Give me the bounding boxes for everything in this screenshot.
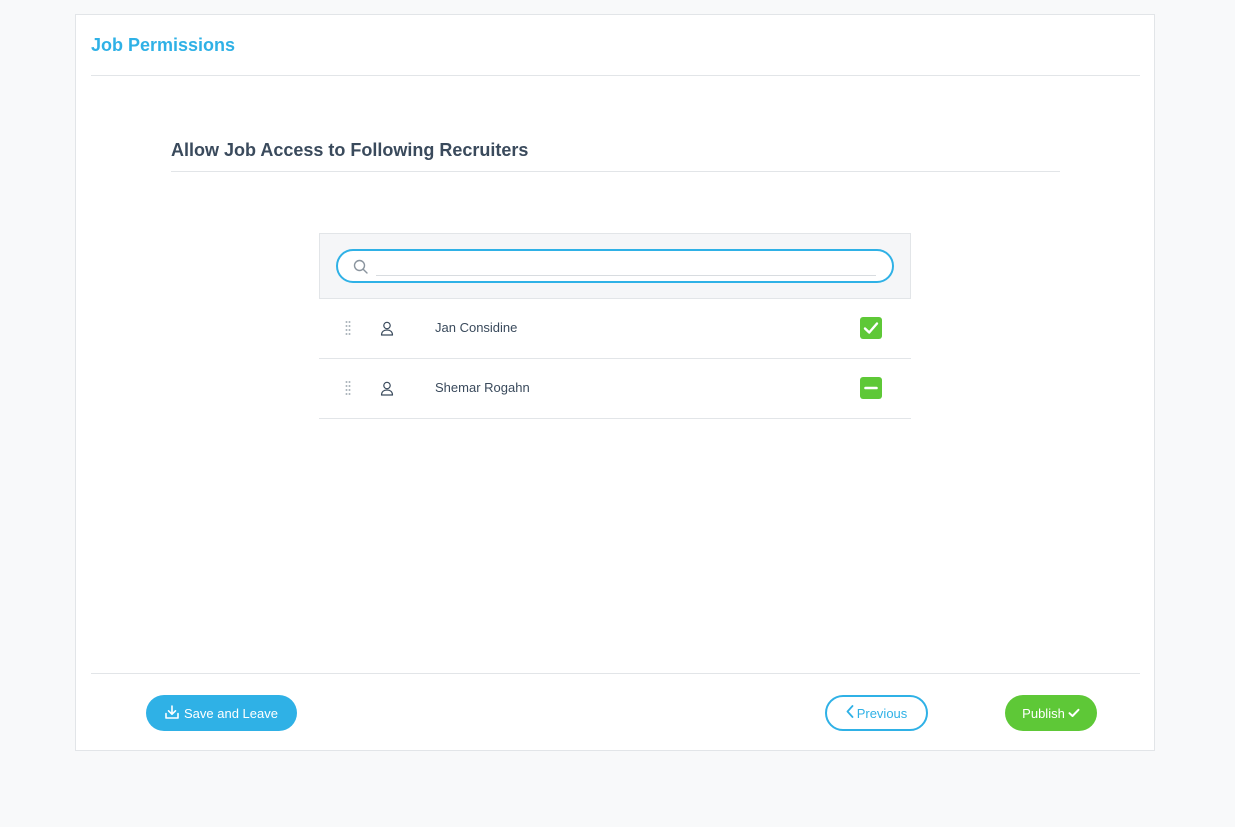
check-icon xyxy=(1068,706,1080,721)
search-icon xyxy=(353,259,369,275)
user-icon xyxy=(380,381,394,396)
drag-handle-icon[interactable] xyxy=(345,320,351,336)
recruiter-checkbox[interactable] xyxy=(860,317,882,339)
recruiter-name: Jan Considine xyxy=(435,320,518,335)
recruiter-checkbox[interactable] xyxy=(860,377,882,399)
save-and-leave-button[interactable]: Save and Leave xyxy=(146,695,297,731)
search-field[interactable] xyxy=(336,249,894,283)
user-icon xyxy=(380,321,394,336)
publish-button[interactable]: Publish xyxy=(1005,695,1097,731)
recruiter-list: Jan Considine Shemar Rogahn xyxy=(319,299,911,419)
drag-handle-icon[interactable] xyxy=(345,380,351,396)
list-item: Jan Considine xyxy=(319,299,911,359)
search-input[interactable] xyxy=(376,256,876,276)
download-icon xyxy=(165,704,179,722)
header-divider xyxy=(91,75,1140,76)
search-panel xyxy=(319,233,911,299)
previous-button[interactable]: Previous xyxy=(825,695,928,731)
recruiter-name: Shemar Rogahn xyxy=(435,380,530,395)
check-icon xyxy=(863,322,879,334)
list-item: Shemar Rogahn xyxy=(319,359,911,419)
save-and-leave-label: Save and Leave xyxy=(184,705,278,721)
section-divider xyxy=(171,171,1060,172)
footer-divider xyxy=(91,673,1140,674)
previous-label: Previous xyxy=(856,705,908,721)
card-title: Job Permissions xyxy=(91,35,236,55)
section-title: Allow Job Access to Following Recruiters xyxy=(171,140,529,160)
chevron-left-icon xyxy=(846,705,854,721)
job-permissions-card: Job Permissions Allow Job Access to Foll… xyxy=(75,14,1155,751)
minus-icon xyxy=(864,386,878,390)
publish-label: Publish xyxy=(1022,705,1065,721)
